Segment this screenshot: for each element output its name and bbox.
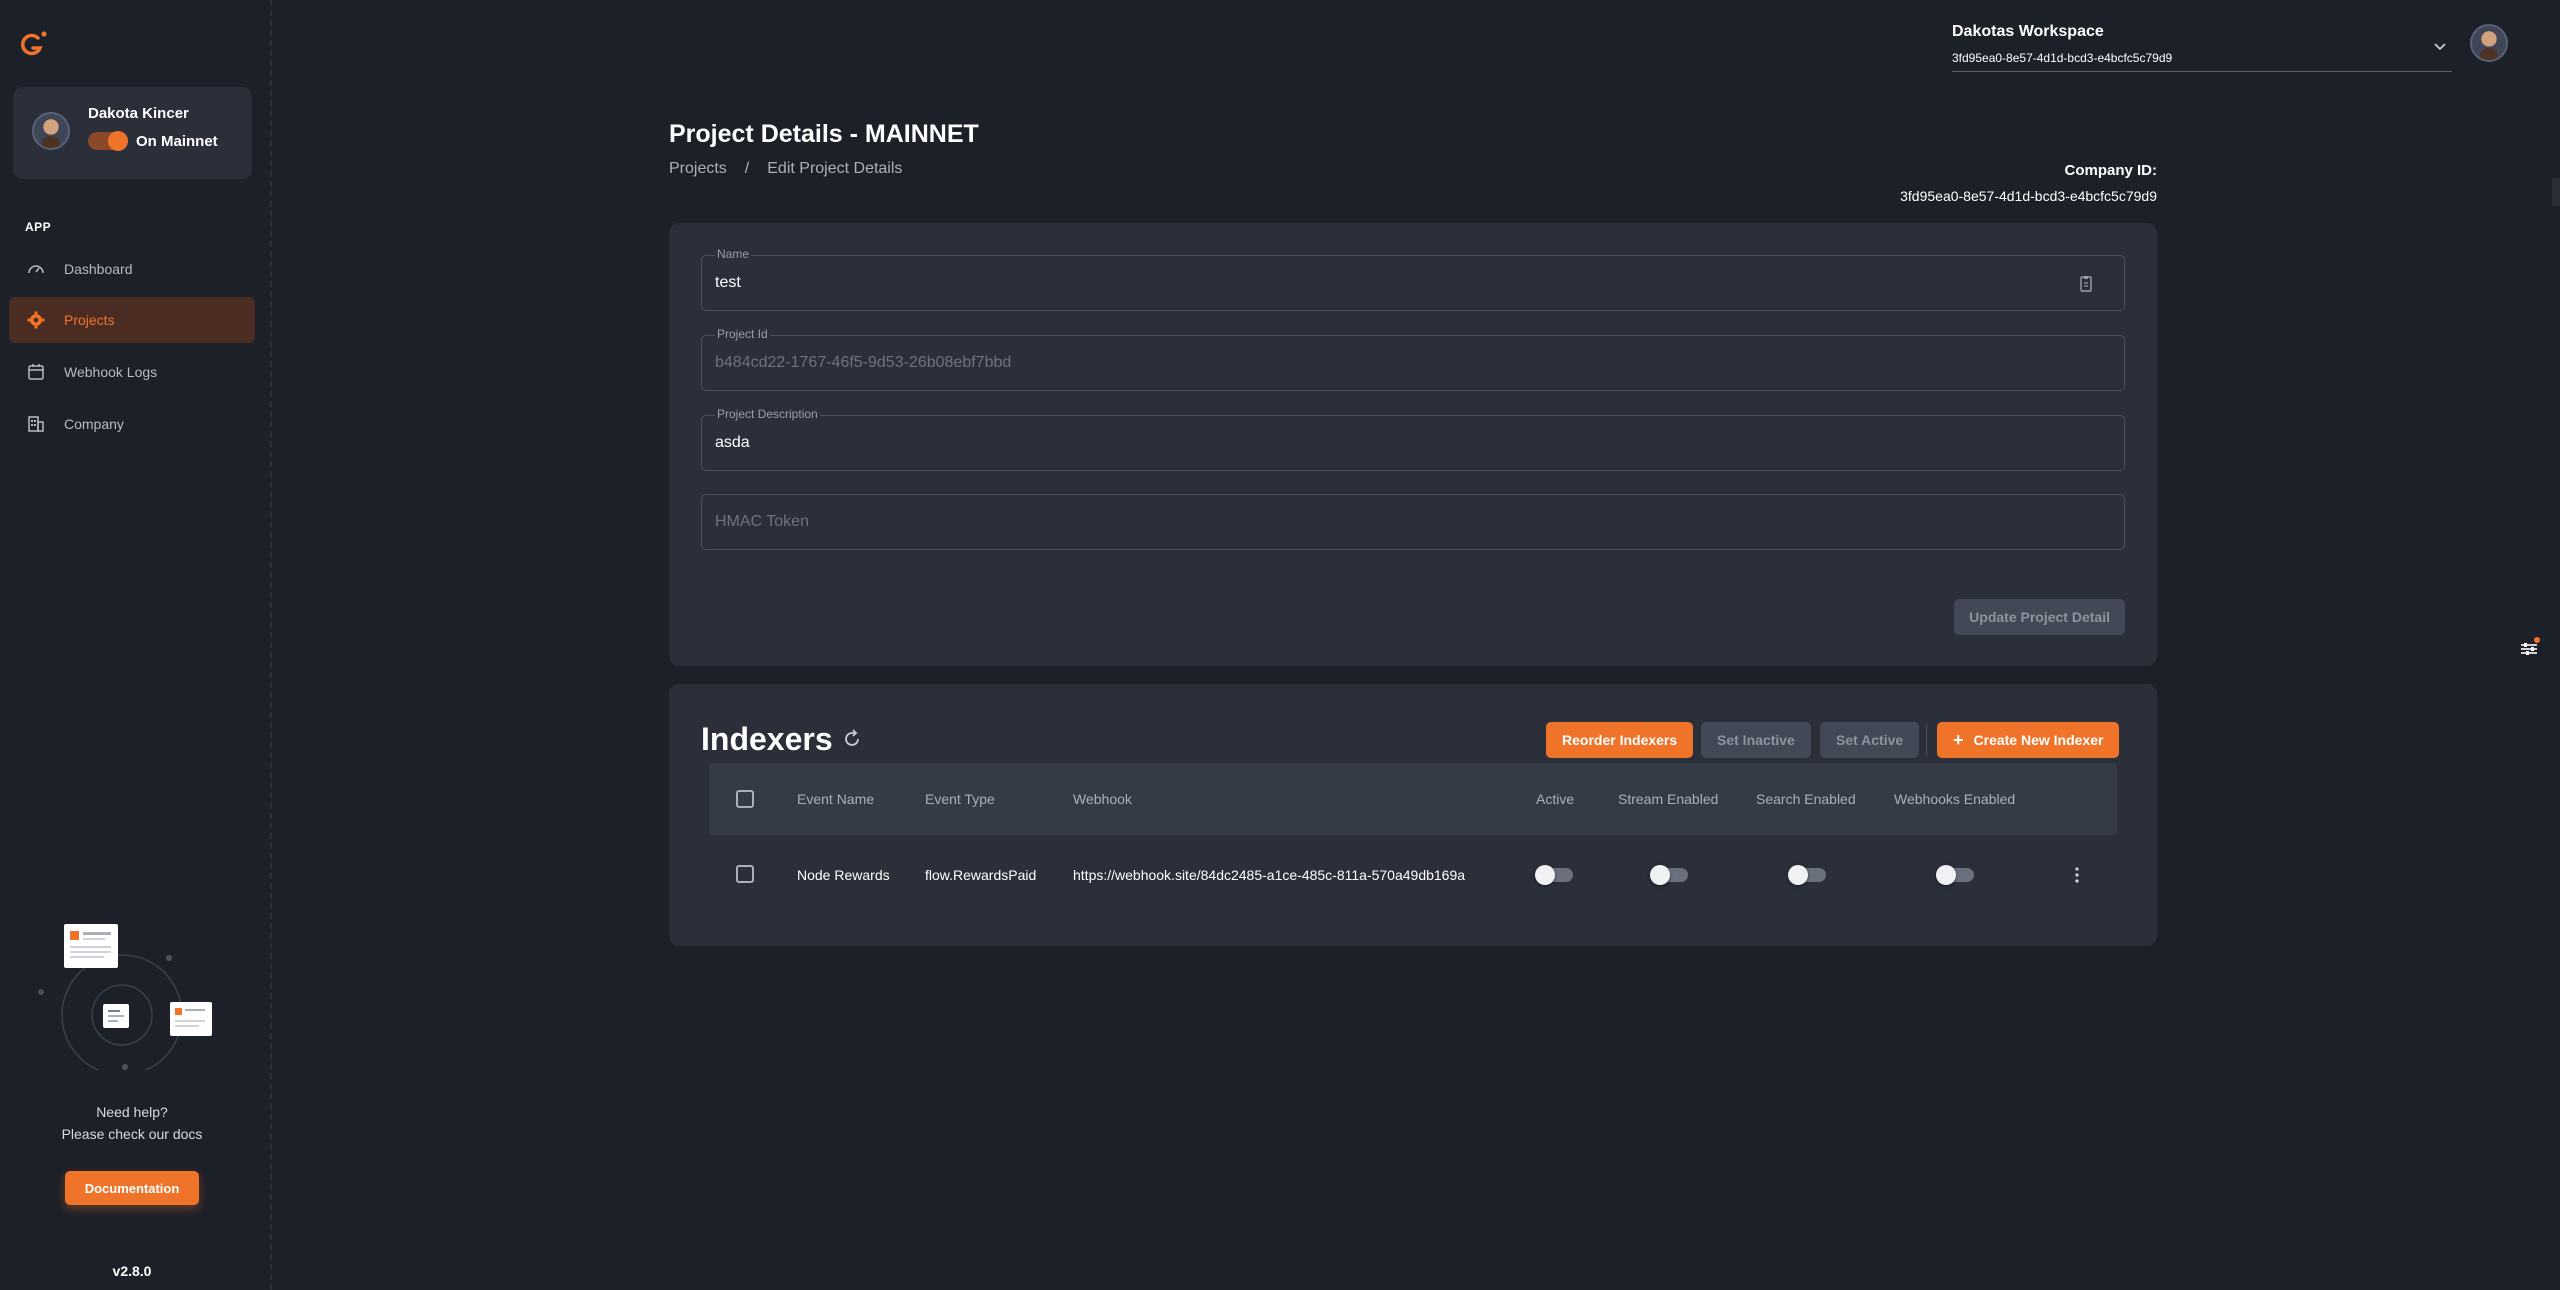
table-header: Event Name Event Type Webhook Active Str… (709, 763, 2117, 835)
hmac-token-placeholder[interactable]: HMAC Token (715, 513, 809, 531)
project-description-field-label: Project Description (715, 407, 820, 421)
sidebar-item-dashboard[interactable]: Dashboard (9, 246, 255, 292)
breadcrumb-separator: / (744, 160, 750, 177)
user-avatar[interactable] (32, 112, 70, 150)
plus-icon: + (1953, 730, 1964, 750)
column-header-stream-enabled[interactable]: Stream Enabled (1618, 791, 1718, 807)
name-field-label: Name (715, 247, 752, 261)
set-inactive-button[interactable]: Set Inactive (1701, 722, 1811, 758)
more-vertical-icon[interactable] (2074, 865, 2080, 885)
column-header-event-type[interactable]: Event Type (925, 791, 995, 807)
sidebar-item-label: Company (64, 416, 124, 432)
app-version: v2.8.0 (112, 1263, 152, 1279)
help-title: Need help? (96, 1104, 168, 1120)
project-description-field[interactable]: Project Description asda (701, 407, 2125, 471)
profile-avatar[interactable] (2470, 24, 2508, 62)
column-header-event-name[interactable]: Event Name (797, 791, 874, 807)
project-details-card: Name test Project Id b484cd22-1767-46f5-… (669, 223, 2157, 666)
project-id-field-value: b484cd22-1767-46f5-9d53-26b08ebf7bbd (715, 354, 1012, 371)
breadcrumb-current: Edit Project Details (767, 160, 903, 177)
column-header-webhooks-enabled[interactable]: Webhooks Enabled (1894, 791, 2015, 807)
workspace-name: Dakotas Workspace (1952, 23, 2104, 40)
sidebar-item-label: Dashboard (64, 261, 133, 277)
toolbar-divider (1926, 724, 1927, 756)
stream-enabled-toggle[interactable] (1650, 865, 1688, 885)
user-card: Dakota Kincer On Mainnet (13, 87, 252, 179)
reorder-indexers-button[interactable]: Reorder Indexers (1546, 722, 1694, 758)
row-checkbox[interactable] (736, 865, 754, 883)
refresh-icon[interactable] (841, 728, 863, 750)
indexers-card: Indexers Reorder Indexers Set Inactive S… (669, 684, 2157, 946)
project-id-field-label: Project Id (715, 327, 770, 341)
clipboard-icon[interactable] (2078, 275, 2094, 293)
project-description-field-value[interactable]: asda (715, 434, 750, 452)
company-id-label: Company ID: (2064, 162, 2157, 179)
documentation-button[interactable]: Documentation (65, 1171, 199, 1205)
column-header-search-enabled[interactable]: Search Enabled (1756, 791, 1856, 807)
active-toggle[interactable] (1535, 865, 1573, 885)
workspace-id: 3fd95ea0-8e57-4d1d-bcd3-e4bcfc5c79d9 (1952, 51, 2173, 65)
name-field[interactable]: Name test (701, 247, 2125, 311)
update-project-detail-button[interactable]: Update Project Detail (1954, 599, 2125, 635)
create-new-indexer-label: Create New Indexer (1973, 732, 2104, 748)
workspace-underline (1952, 71, 2452, 72)
create-new-indexer-button[interactable]: + Create New Indexer (1937, 722, 2120, 758)
column-header-active[interactable]: Active (1536, 791, 1574, 807)
gauge-icon (27, 260, 45, 278)
row-event-name: Node Rewards (797, 867, 890, 883)
gear-icon (27, 311, 45, 329)
hmac-token-field[interactable]: HMAC Token (701, 494, 2125, 550)
help-illustration-icon (38, 924, 212, 1070)
calendar-icon (27, 363, 45, 381)
breadcrumb: Projects / Edit Project Details (669, 160, 902, 178)
indexers-title: Indexers (701, 721, 833, 757)
chevron-down-icon[interactable] (2432, 38, 2448, 54)
sidebar: Dakota Kincer On Mainnet APP Dashboard P… (0, 0, 272, 1290)
column-header-webhook[interactable]: Webhook (1073, 791, 1132, 807)
scrollbar[interactable] (2552, 178, 2560, 206)
settings-sliders-icon[interactable] (2516, 636, 2542, 662)
row-webhook-url: https://webhook.site/84dc2485-a1ce-485c-… (1073, 867, 1466, 883)
network-toggle[interactable] (88, 131, 128, 151)
building-icon (27, 415, 45, 433)
project-id-field: Project Id b484cd22-1767-46f5-9d53-26b08… (701, 327, 2125, 391)
user-name: Dakota Kincer (88, 105, 189, 122)
help-subtitle: Please check our docs (61, 1126, 203, 1142)
webhooks-enabled-toggle[interactable] (1936, 865, 1974, 885)
sidebar-item-label: Webhook Logs (64, 364, 158, 380)
name-field-value[interactable]: test (715, 274, 741, 292)
network-label: On Mainnet (136, 133, 218, 150)
app-logo-icon[interactable] (18, 28, 50, 60)
sidebar-item-projects[interactable]: Projects (9, 297, 255, 343)
sidebar-section-label: APP (25, 220, 52, 234)
company-id-value: 3fd95ea0-8e57-4d1d-bcd3-e4bcfc5c79d9 (1900, 188, 2157, 204)
row-event-type: flow.RewardsPaid (925, 867, 1037, 883)
sidebar-item-webhook-logs[interactable]: Webhook Logs (9, 349, 255, 395)
set-active-button[interactable]: Set Active (1820, 722, 1920, 758)
sidebar-item-company[interactable]: Company (9, 401, 255, 447)
select-all-checkbox[interactable] (736, 790, 754, 808)
page-title: Project Details - MAINNET (669, 120, 979, 148)
sidebar-item-label: Projects (64, 312, 115, 328)
breadcrumb-projects-link[interactable]: Projects (669, 160, 727, 178)
search-enabled-toggle[interactable] (1788, 865, 1826, 885)
